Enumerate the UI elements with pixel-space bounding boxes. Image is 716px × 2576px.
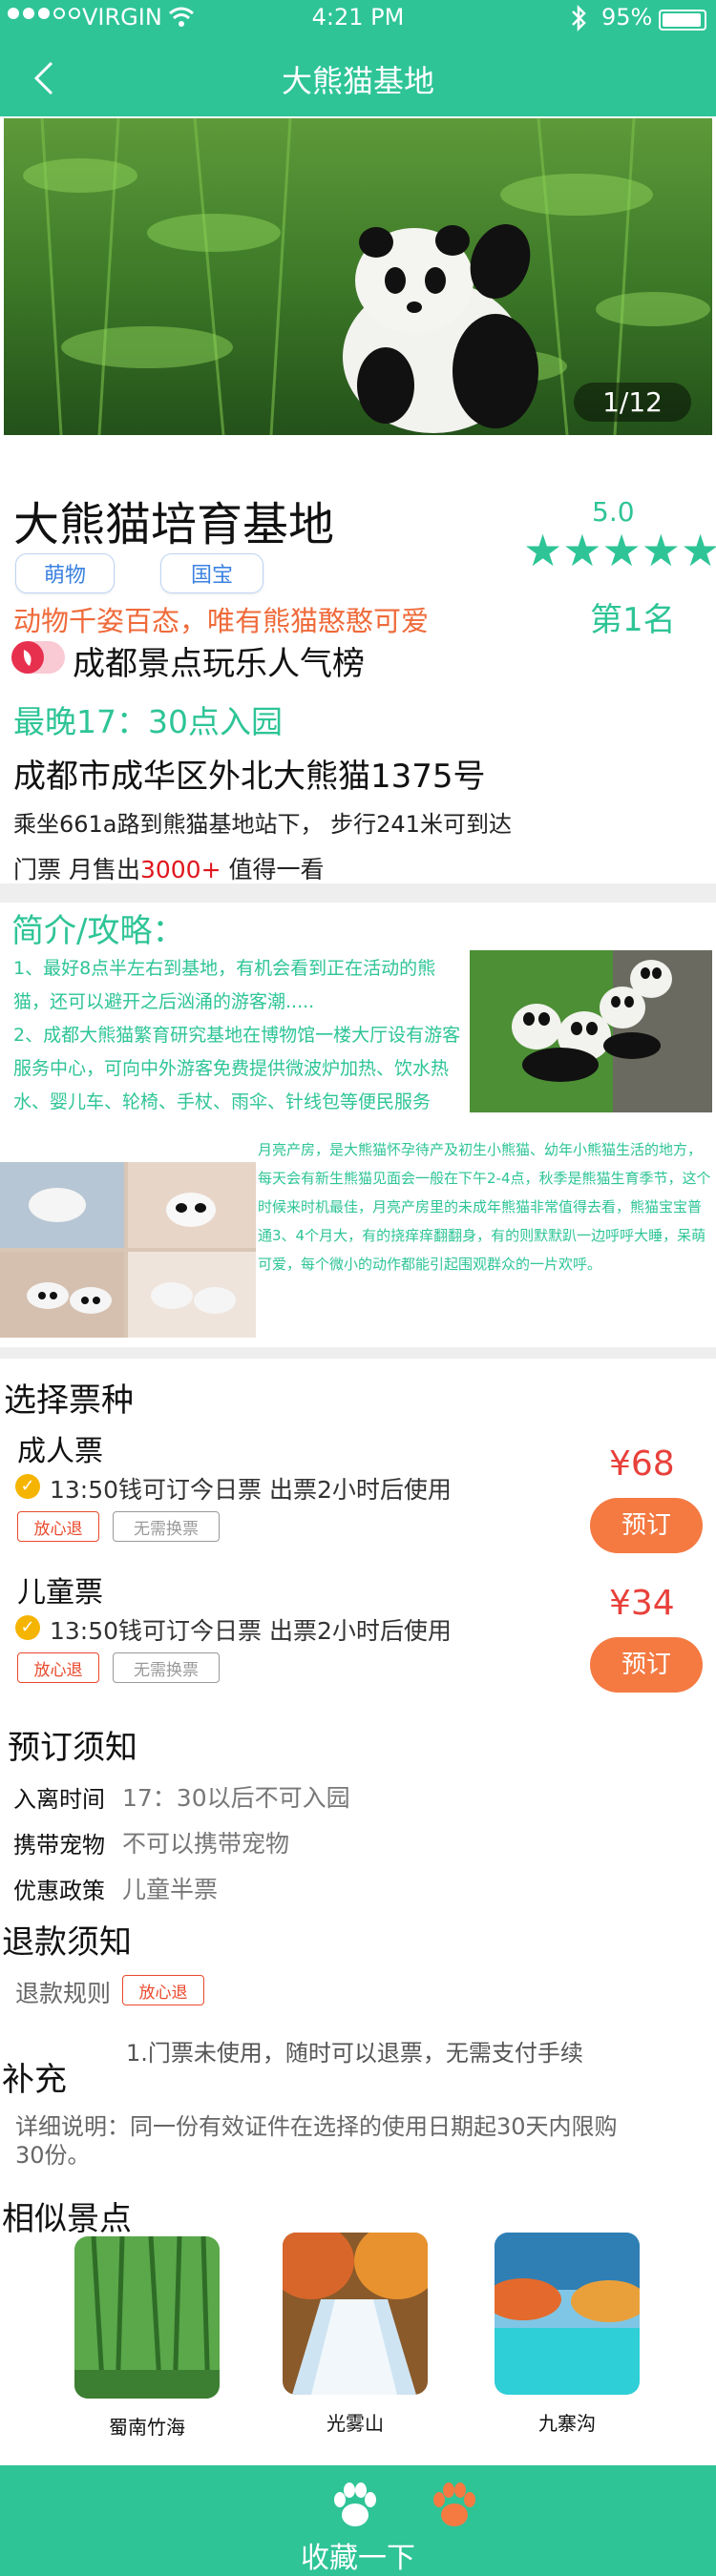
book-button-adult[interactable]: 预订	[590, 1498, 703, 1553]
popular-list-icon	[11, 641, 65, 674]
ticket-name-adult: 成人票	[17, 1435, 103, 1468]
intro-paragraph-3: 月亮产房，是大熊猫怀孕待产及初生小熊猫、幼年小熊猫生活的地方，每天会有新生熊猫见…	[258, 1141, 711, 1273]
similar-label: 九寨沟	[538, 2412, 596, 2435]
rule-label-pets: 携带宠物	[13, 1832, 105, 1859]
star-icon: ★	[523, 525, 563, 576]
slogan: 动物千姿百态，唯有熊猫憨憨可爱	[13, 605, 430, 637]
tag-cute[interactable]: 萌物	[15, 553, 115, 593]
star-icon: ★	[562, 525, 602, 576]
star-icon: ★	[601, 525, 642, 576]
section-divider	[0, 883, 716, 903]
price-child: ¥34	[609, 1584, 675, 1623]
badge-no-exchange: 无需换票	[113, 1511, 220, 1542]
footer-bar: 收藏一下	[0, 2465, 716, 2576]
jiuzhaigou-lake-photo	[495, 2233, 640, 2395]
intro-text: 1、最好8点半左右到基地，有机会看到正在活动的熊猫，还可以避开之后汹涌的游客潮.…	[13, 952, 462, 1119]
price-adult: ¥68	[609, 1444, 675, 1484]
similar-title: 相似景点	[2, 2200, 132, 2238]
badge-refundable: 放心退	[122, 1975, 204, 2005]
address[interactable]: 成都市成华区外北大熊猫1375号	[13, 750, 486, 797]
ticket-desc-adult: 13:50钱可订今日票 出票2小时后使用	[50, 1476, 452, 1504]
intro-paragraph-1: 1、最好8点半左右到基地，有机会看到正在活动的熊猫，还可以避开之后汹涌的游客潮.…	[13, 958, 436, 1012]
waterfall-autumn-photo	[283, 2233, 428, 2395]
battery-icon	[659, 10, 706, 31]
bluetooth-icon	[569, 4, 588, 38]
rule-value-pets: 不可以携带宠物	[122, 1830, 290, 1858]
rule-label-entry-time: 入离时间	[13, 1786, 105, 1813]
tag-national-treasure[interactable]: 国宝	[160, 553, 263, 593]
status-bar: VIRGIN 4:21 PM 95%	[0, 0, 716, 38]
similar-label: 蜀南竹海	[109, 2416, 185, 2439]
route-info: 乘坐661a路到熊猫基地站下， 步行241米可到达	[13, 811, 512, 838]
section-divider	[0, 1347, 716, 1359]
similar-item-jiuzhaigou[interactable]: 九寨沟	[495, 2233, 640, 2436]
pandas-on-rock-photo	[470, 950, 712, 1112]
refund-title: 退款须知	[2, 1923, 132, 1962]
intro-paragraph-2: 2、成都大熊猫繁育研究基地在博物馆一楼大厅设有游客服务中心，可向中外游客免费提供…	[13, 1025, 461, 1112]
rating-score: 5.0	[592, 496, 635, 528]
opening-hours: 最晚17：30点入园	[13, 703, 283, 740]
refund-rule-label: 退款规则	[15, 1980, 112, 2007]
supplement-text: 详细说明：同一份有效证件在选择的使用日期起30天内限购30份。	[15, 2113, 618, 2169]
battery-percent: 95%	[601, 4, 653, 31]
sales-info: 门票 月售出3000+ 值得一看	[13, 851, 324, 885]
hero-carousel[interactable]: 1/12	[4, 118, 712, 435]
supplement-title: 补充	[2, 2061, 67, 2099]
similar-item-guangwu-mountain[interactable]: 光雾山	[283, 2233, 428, 2436]
ticket-name-child: 儿童票	[17, 1576, 103, 1610]
sales-suffix: 值得一看	[221, 856, 325, 883]
sales-prefix: 门票 月售出	[13, 856, 140, 883]
similar-label: 光雾山	[326, 2412, 384, 2435]
star-icon: ★	[641, 525, 681, 576]
booking-notes-title: 预订须知	[8, 1729, 137, 1767]
baby-pandas-nursery-photo	[0, 1162, 256, 1338]
star-icon: ★	[681, 525, 716, 576]
popular-list-link[interactable]: 成都景点玩乐人气榜	[73, 637, 365, 684]
ticket-section-title: 选择票种	[4, 1381, 134, 1420]
page-title: 大熊猫基地	[281, 63, 434, 99]
rule-value-entry-time: 17：30以后不可入园	[122, 1784, 350, 1812]
check-icon: ✓	[15, 1474, 40, 1499]
ticket-desc-child: 13:50钱可订今日票 出票2小时后使用	[50, 1617, 452, 1645]
rule-value-discount: 儿童半票	[122, 1876, 219, 1903]
paw-orange-icon[interactable]	[428, 2479, 481, 2532]
refund-text: 1.门票未使用，随时可以退票，无需支付手续	[126, 2040, 583, 2067]
sales-count: 3000+	[139, 856, 221, 883]
star-rating: ★ ★ ★ ★ ★	[523, 527, 716, 574]
image-counter: 1/12	[574, 383, 691, 422]
badge-refundable: 放心退	[17, 1511, 99, 1542]
collect-button[interactable]: 收藏一下	[0, 2534, 716, 2576]
bamboo-forest-photo	[74, 2236, 220, 2399]
badge-refundable: 放心退	[17, 1652, 99, 1683]
nav-bar: 大熊猫基地	[0, 38, 716, 116]
badge-no-exchange: 无需换票	[113, 1652, 220, 1683]
attraction-name: 大熊猫培育基地	[13, 498, 335, 551]
similar-item-bamboo-sea[interactable]: 蜀南竹海	[74, 2236, 220, 2440]
check-icon: ✓	[15, 1615, 40, 1640]
rule-label-discount: 优惠政策	[13, 1878, 105, 1904]
intro-title: 简介/攻略：	[11, 912, 185, 950]
rank-badge: 第1名	[590, 601, 676, 639]
book-button-child[interactable]: 预订	[590, 1637, 703, 1693]
paw-white-icon[interactable]	[328, 2479, 382, 2532]
